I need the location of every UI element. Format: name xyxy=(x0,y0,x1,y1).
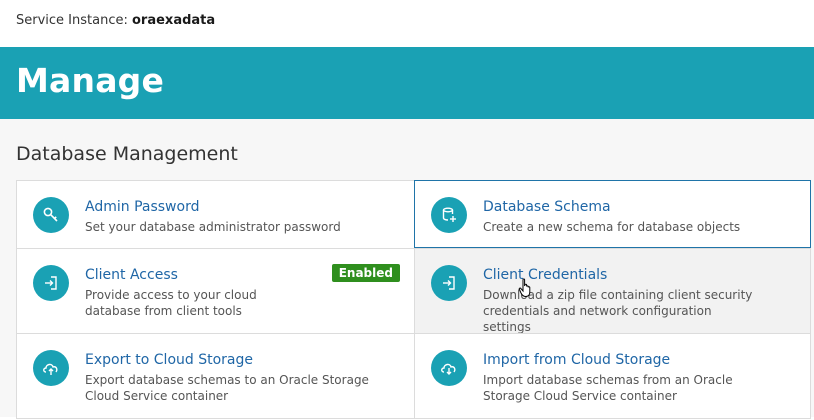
tile-description: Export database schemas to an Oracle Sto… xyxy=(85,373,369,403)
tile-description: Set your database administrator password xyxy=(85,220,341,234)
database-add-icon xyxy=(431,197,467,233)
service-instance-bar: Service Instance: oraexadata xyxy=(0,0,814,47)
cloud-download-icon xyxy=(431,350,467,386)
tile-description: Import database schemas from an Oracle S… xyxy=(483,373,733,403)
login-icon xyxy=(431,265,467,301)
tile-import-cloud-storage[interactable]: Import from Cloud Storage Import databas… xyxy=(414,333,811,419)
tile-title[interactable]: Import from Cloud Storage xyxy=(483,352,670,368)
login-icon xyxy=(33,265,69,301)
key-icon xyxy=(33,197,69,233)
tile-grid: Admin Password Set your database adminis… xyxy=(16,180,812,420)
page-title: Manage xyxy=(16,61,165,100)
tile-title[interactable]: Database Schema xyxy=(483,199,611,215)
tile-admin-password[interactable]: Admin Password Set your database adminis… xyxy=(16,180,415,249)
hand-pointer-icon xyxy=(518,278,534,302)
cloud-upload-icon xyxy=(33,350,69,386)
tile-database-schema[interactable]: Database Schema Create a new schema for … xyxy=(414,180,811,248)
tile-description: Create a new schema for database objects xyxy=(483,220,741,234)
tile-title[interactable]: Client Access xyxy=(85,267,178,283)
tile-description: Provide access to your cloud database fr… xyxy=(85,288,257,318)
tile-export-cloud-storage[interactable]: Export to Cloud Storage Export database … xyxy=(16,333,415,419)
enabled-badge: Enabled xyxy=(331,264,400,282)
main-content: Database Management Admin Password Set y… xyxy=(0,119,814,420)
tile-client-credentials[interactable]: Client Credentials Download a zip file c… xyxy=(414,248,811,334)
section-title: Database Management xyxy=(16,143,238,165)
service-instance-label: Service Instance: xyxy=(16,13,128,28)
tile-title[interactable]: Admin Password xyxy=(85,199,199,215)
service-instance-name: oraexadata xyxy=(132,13,216,28)
tile-title[interactable]: Export to Cloud Storage xyxy=(85,352,253,368)
page-header-banner: Manage xyxy=(0,47,814,119)
tile-client-access[interactable]: Client Access Provide access to your clo… xyxy=(16,248,415,334)
tile-title[interactable]: Client Credentials xyxy=(483,267,607,283)
